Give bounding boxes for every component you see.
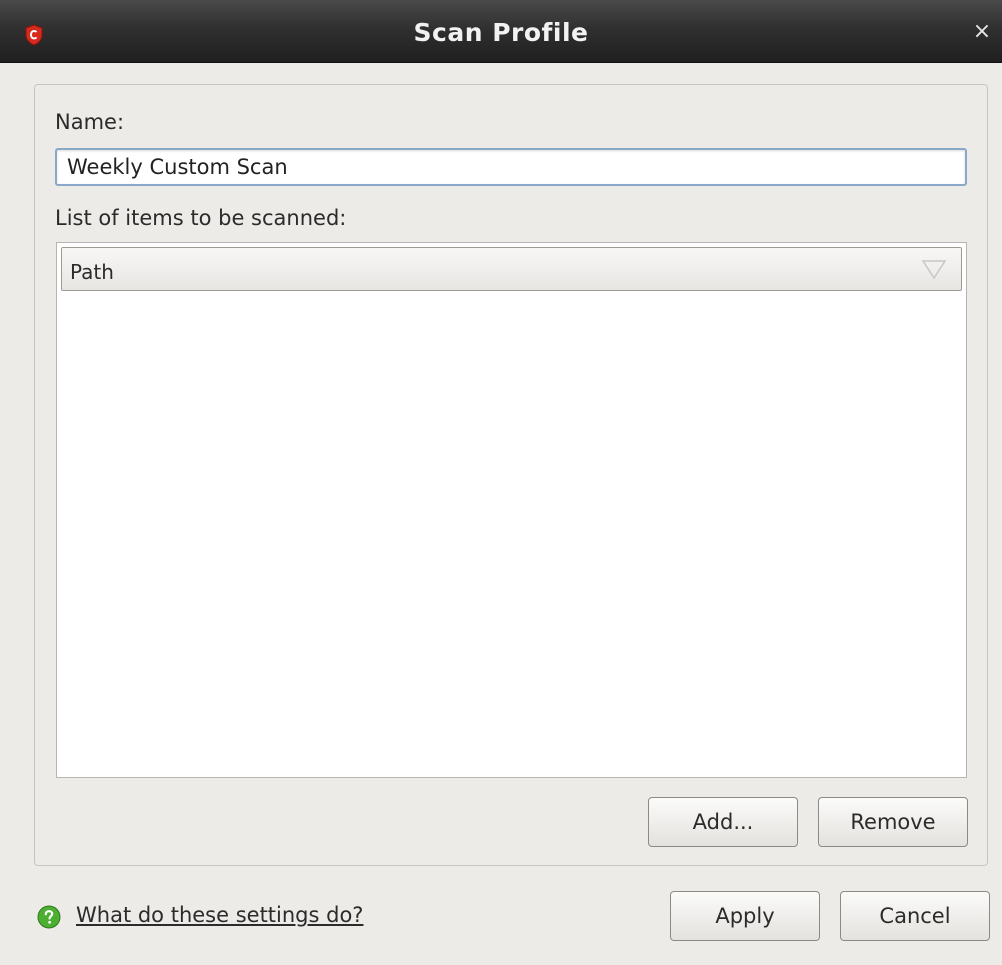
apply-button[interactable]: Apply — [670, 891, 820, 941]
remove-button[interactable]: Remove — [818, 797, 968, 847]
column-header-label: Path — [70, 260, 114, 284]
cancel-button[interactable]: Cancel — [840, 891, 990, 941]
items-list-label: List of items to be scanned: — [55, 206, 347, 230]
scan-profile-dialog: Scan Profile × Name: List of items to be… — [0, 0, 1002, 965]
column-header-path[interactable]: Path — [61, 247, 962, 291]
profile-name-input[interactable] — [55, 148, 967, 186]
help-icon[interactable] — [37, 905, 61, 929]
scan-items-list[interactable]: Path — [56, 242, 967, 778]
close-icon[interactable]: × — [972, 21, 992, 43]
sort-arrow-icon — [921, 260, 947, 280]
add-button[interactable]: Add... — [648, 797, 798, 847]
title-bar[interactable]: Scan Profile × — [0, 0, 1002, 63]
name-label: Name: — [55, 110, 125, 134]
help-link[interactable]: What do these settings do? — [76, 903, 363, 927]
window-title: Scan Profile — [413, 18, 589, 47]
